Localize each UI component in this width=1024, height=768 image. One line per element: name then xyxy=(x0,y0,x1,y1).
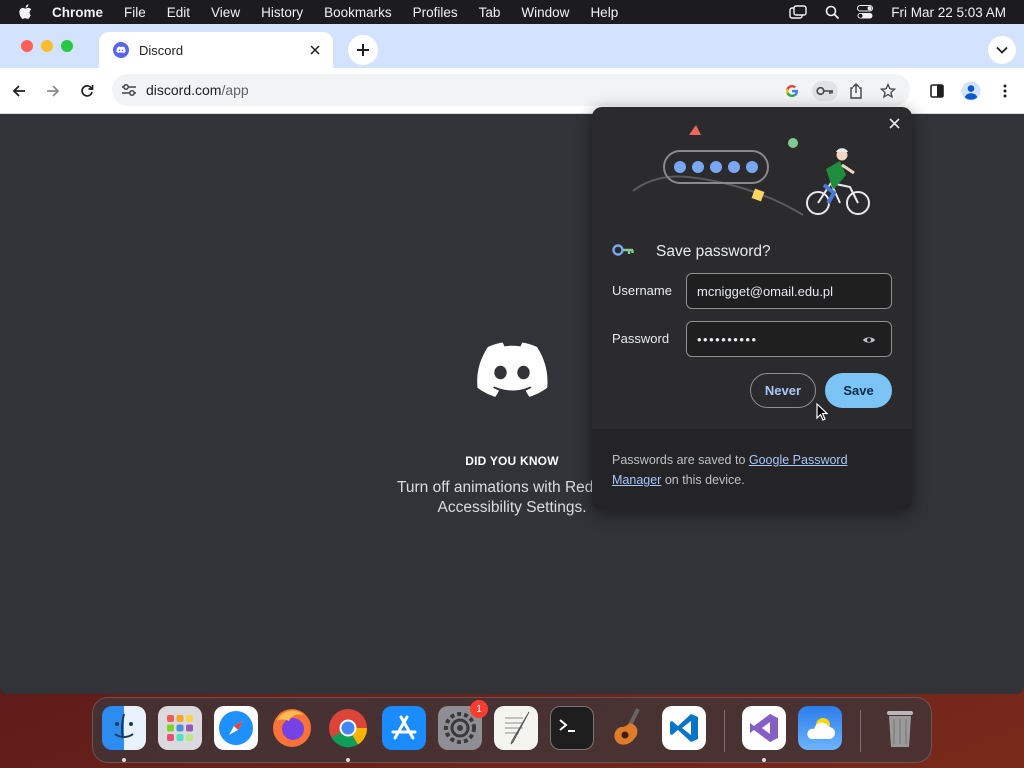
menu-profiles[interactable]: Profiles xyxy=(413,5,458,20)
discord-favicon-icon xyxy=(113,42,129,58)
username-field[interactable]: mcnigget@omail.edu.pl xyxy=(686,273,892,309)
password-value: •••••••••• xyxy=(697,331,758,347)
chrome-running-dot xyxy=(346,758,350,762)
url-host: discord.com xyxy=(146,82,222,98)
menu-bookmarks[interactable]: Bookmarks xyxy=(324,5,392,20)
password-key-icon[interactable] xyxy=(812,81,838,101)
menu-app-name[interactable]: Chrome xyxy=(52,5,103,20)
password-field[interactable]: •••••••••• xyxy=(686,321,892,357)
save-password-bubble: Save password? Username mcnigget@omail.e… xyxy=(592,107,912,510)
show-password-eye-icon[interactable] xyxy=(861,332,877,348)
menu-history[interactable]: History xyxy=(261,5,303,20)
forward-arrow-icon[interactable] xyxy=(39,77,67,105)
new-tab-button[interactable] xyxy=(348,35,378,65)
weather-icon[interactable] xyxy=(798,706,842,750)
system-settings-icon[interactable]: 1 xyxy=(438,700,488,750)
firefox-icon[interactable] xyxy=(270,706,314,750)
tab-discord[interactable]: Discord xyxy=(99,32,333,68)
url-path: /app xyxy=(221,82,249,98)
menu-help[interactable]: Help xyxy=(590,5,618,20)
menu-bar: Chrome File Edit View History Bookmarks … xyxy=(0,0,1024,24)
trash-icon[interactable] xyxy=(878,706,922,750)
menu-tab[interactable]: Tab xyxy=(479,5,501,20)
visual-studio-running-dot xyxy=(762,758,766,762)
zoom-window-button[interactable] xyxy=(61,40,73,52)
tab-title: Discord xyxy=(139,42,184,58)
finder-running-dot xyxy=(122,758,126,762)
window-switcher-icon[interactable] xyxy=(789,5,807,19)
bubble-footer: Passwords are saved to Google Password M… xyxy=(592,429,912,510)
spotlight-search-icon[interactable] xyxy=(825,5,840,19)
vscode-icon[interactable] xyxy=(662,706,706,750)
launchpad-icon[interactable] xyxy=(158,706,202,750)
bookmark-star-icon[interactable] xyxy=(878,81,898,101)
share-icon[interactable] xyxy=(846,81,866,101)
bubble-title: Save password? xyxy=(656,243,771,260)
menu-window[interactable]: Window xyxy=(521,5,569,20)
footer-prefix: Passwords are saved to xyxy=(612,453,749,467)
never-button[interactable]: Never xyxy=(750,373,816,408)
tab-strip: Discord xyxy=(0,24,1024,68)
username-label: Username xyxy=(612,283,672,298)
back-arrow-icon[interactable] xyxy=(5,77,33,105)
bubble-title-row: Save password? xyxy=(612,243,771,261)
more-menu-icon[interactable] xyxy=(991,77,1019,105)
username-value: mcnigget@omail.edu.pl xyxy=(697,283,834,299)
menu-view[interactable]: View xyxy=(211,5,240,20)
side-panel-icon[interactable] xyxy=(923,77,951,105)
discord-logo-icon xyxy=(476,342,548,403)
terminal-icon[interactable] xyxy=(550,706,594,750)
visual-studio-icon[interactable] xyxy=(742,706,786,750)
footer-suffix: on this device. xyxy=(661,473,745,487)
garageband-icon[interactable] xyxy=(606,706,650,750)
chrome-icon[interactable] xyxy=(326,706,370,750)
password-illustration-icon xyxy=(628,117,878,234)
profile-avatar-icon[interactable] xyxy=(957,77,985,105)
close-window-button[interactable] xyxy=(21,40,33,52)
app-store-icon[interactable] xyxy=(382,706,426,750)
password-label: Password xyxy=(612,331,670,346)
control-center-icon[interactable] xyxy=(857,5,874,19)
google-lens-icon[interactable] xyxy=(782,81,802,101)
minimize-window-button[interactable] xyxy=(41,40,53,52)
dock: 1 xyxy=(92,697,932,763)
reload-icon[interactable] xyxy=(73,77,101,105)
menubar-clock[interactable]: Fri Mar 22 5:03 AM xyxy=(891,5,1006,20)
apple-icon[interactable] xyxy=(18,4,38,20)
settings-badge: 1 xyxy=(470,700,488,718)
menu-edit[interactable]: Edit xyxy=(167,5,190,20)
save-button[interactable]: Save xyxy=(825,373,892,408)
address-bar[interactable]: discord.com/app xyxy=(112,74,910,106)
dock-separator xyxy=(724,710,725,752)
textedit-icon[interactable] xyxy=(494,706,538,750)
dock-separator-2 xyxy=(860,710,861,752)
finder-icon[interactable] xyxy=(102,706,146,750)
close-bubble-icon[interactable] xyxy=(884,113,904,133)
mouse-cursor-icon xyxy=(816,402,829,426)
safari-icon[interactable] xyxy=(214,706,258,750)
tab-close-icon[interactable] xyxy=(307,42,323,58)
site-info-icon[interactable] xyxy=(120,81,138,99)
menu-file[interactable]: File xyxy=(124,5,146,20)
key-icon xyxy=(612,243,636,261)
tab-search-button[interactable] xyxy=(988,36,1016,64)
